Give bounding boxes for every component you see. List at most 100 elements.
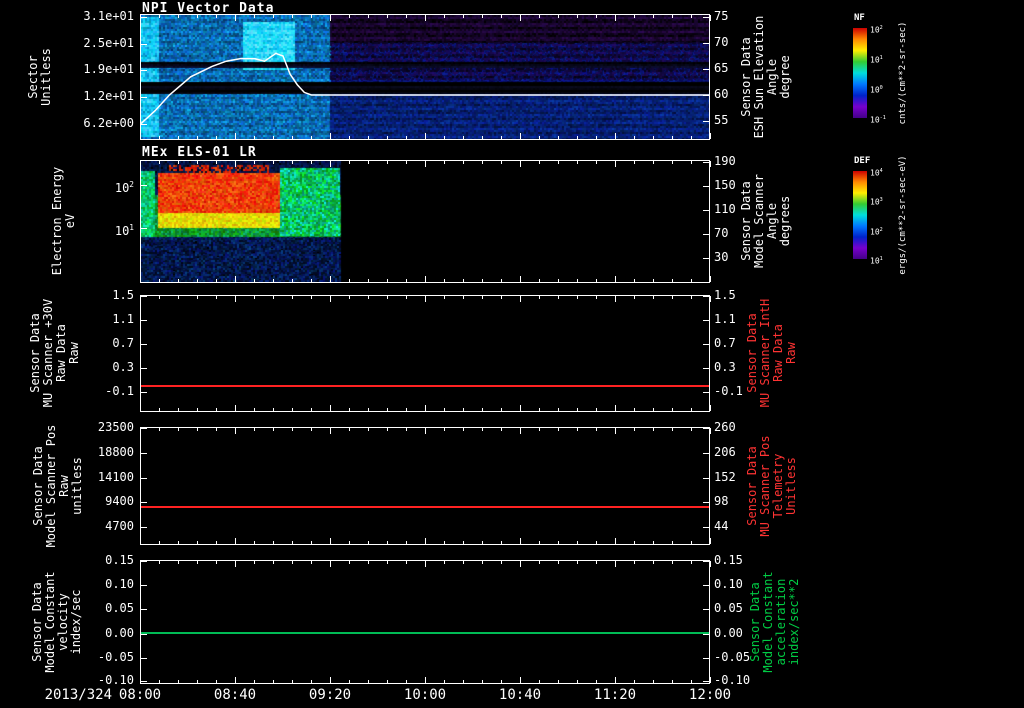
x-tick-mark [159,136,160,139]
x-tick-mark [406,296,407,299]
x-tick-mark [330,561,331,567]
x-tick-mark [501,680,502,683]
y-tick-mark [141,44,147,45]
x-tick-mark [216,279,217,282]
x-tick-mark [463,408,464,411]
x-tick-label: 12:00 [689,687,731,703]
x-tick-mark [710,276,711,282]
x-tick-mark [349,296,350,299]
x-tick-mark [311,428,312,431]
y-tick-mark [141,344,147,345]
x-tick-mark [311,136,312,139]
y-tick-label: 1.9e+01 [58,62,134,77]
axis-label-line: index/sec**2 [788,571,801,672]
els-panel-title: MEx ELS-01 LR [142,145,257,160]
left-axis-label: Sensor Data MU Scanner +30V Raw Data Raw [29,299,81,407]
nf-colorbar-title: NF [854,13,865,23]
x-tick-mark [292,408,293,411]
x-tick-mark [577,15,578,18]
x-tick-mark [615,405,616,411]
x-tick-mark [653,279,654,282]
x-tick-mark [539,428,540,431]
y-tick-mark [141,124,147,125]
x-tick-mark [444,161,445,164]
y-tick-mark [141,320,147,321]
x-tick-mark [311,408,312,411]
x-tick-mark [368,680,369,683]
x-tick-mark [691,408,692,411]
x-tick-mark [235,538,236,544]
x-tick-mark [387,161,388,164]
y-tick-mark [703,162,709,163]
x-tick-mark [406,428,407,431]
x-tick-mark [653,408,654,411]
y-tick-label: 2.5e+01 [58,36,134,51]
x-tick-mark [710,538,711,544]
y-tick-mark [141,609,147,610]
x-tick-mark [273,428,274,431]
x-tick-mark [254,541,255,544]
x-tick-mark [425,161,426,167]
y-tick-mark [703,478,709,479]
x-tick-mark [425,296,426,302]
y-tick-mark [141,527,147,528]
left-axis-label: Sensor Data Model Constant velocity index/s… [31,571,83,672]
y-tick-mark [141,478,147,479]
x-tick-mark [539,680,540,683]
x-tick-mark [634,408,635,411]
x-tick-mark [349,15,350,18]
axis-label-line: degrees [779,174,792,268]
x-tick-mark [159,541,160,544]
x-tick-mark [330,405,331,411]
y-tick-mark [703,527,709,528]
x-tick-mark [311,279,312,282]
x-tick-mark [197,561,198,564]
x-tick-mark [235,133,236,139]
x-tick-mark [615,276,616,282]
x-tick-mark [463,15,464,18]
x-tick-mark [216,408,217,411]
x-tick-mark [159,161,160,164]
x-tick-mark [501,296,502,299]
y-tick-mark [141,634,147,635]
npi-spectrogram-panel [140,14,710,140]
left-axis-label: Sector Unitless [27,48,53,106]
x-tick-mark [216,136,217,139]
x-tick-mark [425,405,426,411]
y-tick-mark [141,585,147,586]
x-tick-mark [539,296,540,299]
x-tick-mark [596,408,597,411]
x-tick-mark [349,279,350,282]
right-axis-label: Sensor Data MU Scanner Pos Telemetry Unitle… [746,435,798,536]
colorbar-tick-label: 101 [870,54,883,65]
colorbar-tick-label: 103 [870,196,883,207]
x-tick-mark [615,133,616,139]
x-tick-mark [444,15,445,18]
x-tick-mark [482,279,483,282]
x-tick-mark [577,408,578,411]
x-tick-mark [691,15,692,18]
x-tick-mark [596,561,597,564]
x-tick-mark [140,133,141,139]
x-tick-mark [539,279,540,282]
colorbar-tick-label: 102 [870,24,883,35]
x-tick-mark [197,680,198,683]
x-tick-mark [596,136,597,139]
x-tick-mark [197,296,198,299]
x-tick-mark [349,680,350,683]
x-tick-mark [235,428,236,434]
x-tick-mark [710,428,711,434]
right-axis-label: Sensor Data ESH Sun Elevation Angle degree [740,16,792,139]
x-tick-mark [178,15,179,18]
x-tick-mark [444,541,445,544]
x-tick-mark [159,561,160,564]
y-tick-mark [703,95,709,96]
x-tick-mark [463,561,464,564]
x-tick-mark [178,296,179,299]
x-tick-mark [197,279,198,282]
def-colorbar-gradient [853,171,867,259]
x-tick-mark [254,408,255,411]
model-scanner-pos-panel [140,427,710,545]
x-tick-mark [311,161,312,164]
x-tick-mark [330,677,331,683]
